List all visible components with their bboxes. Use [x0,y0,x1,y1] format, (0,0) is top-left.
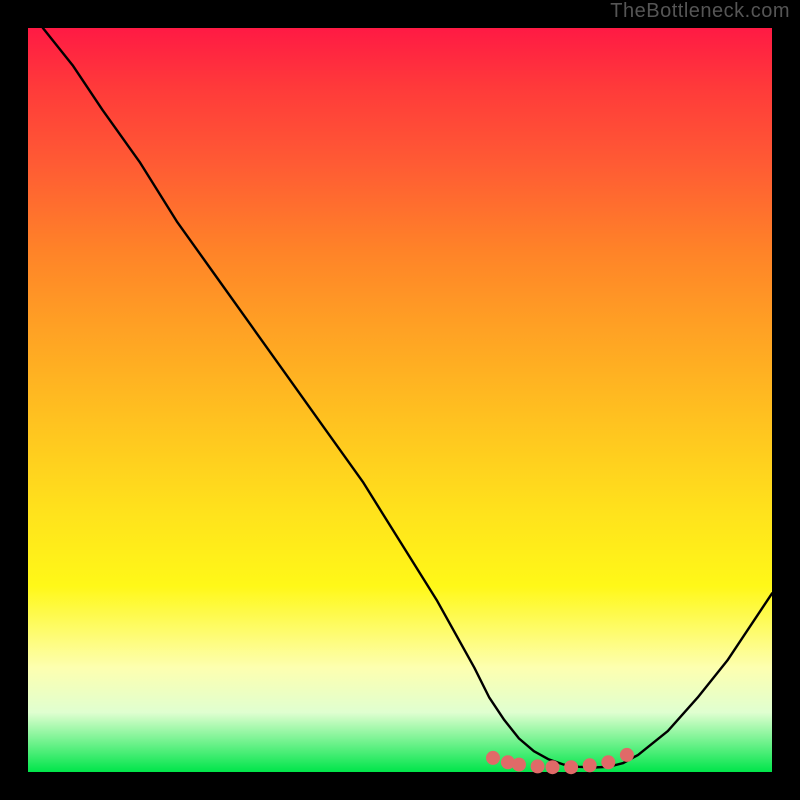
bottleneck-curve [43,28,772,768]
highlight-dot [564,760,578,774]
highlight-dot [601,755,615,769]
highlight-dot [620,748,634,762]
bottleneck-plot [0,0,800,800]
highlight-dot [486,751,500,765]
highlight-dots [486,748,634,774]
highlight-dot [531,759,545,773]
highlight-dot [512,758,526,772]
chart-stage: TheBottleneck.com [0,0,800,800]
highlight-dot [583,758,597,772]
highlight-dot [546,760,560,774]
